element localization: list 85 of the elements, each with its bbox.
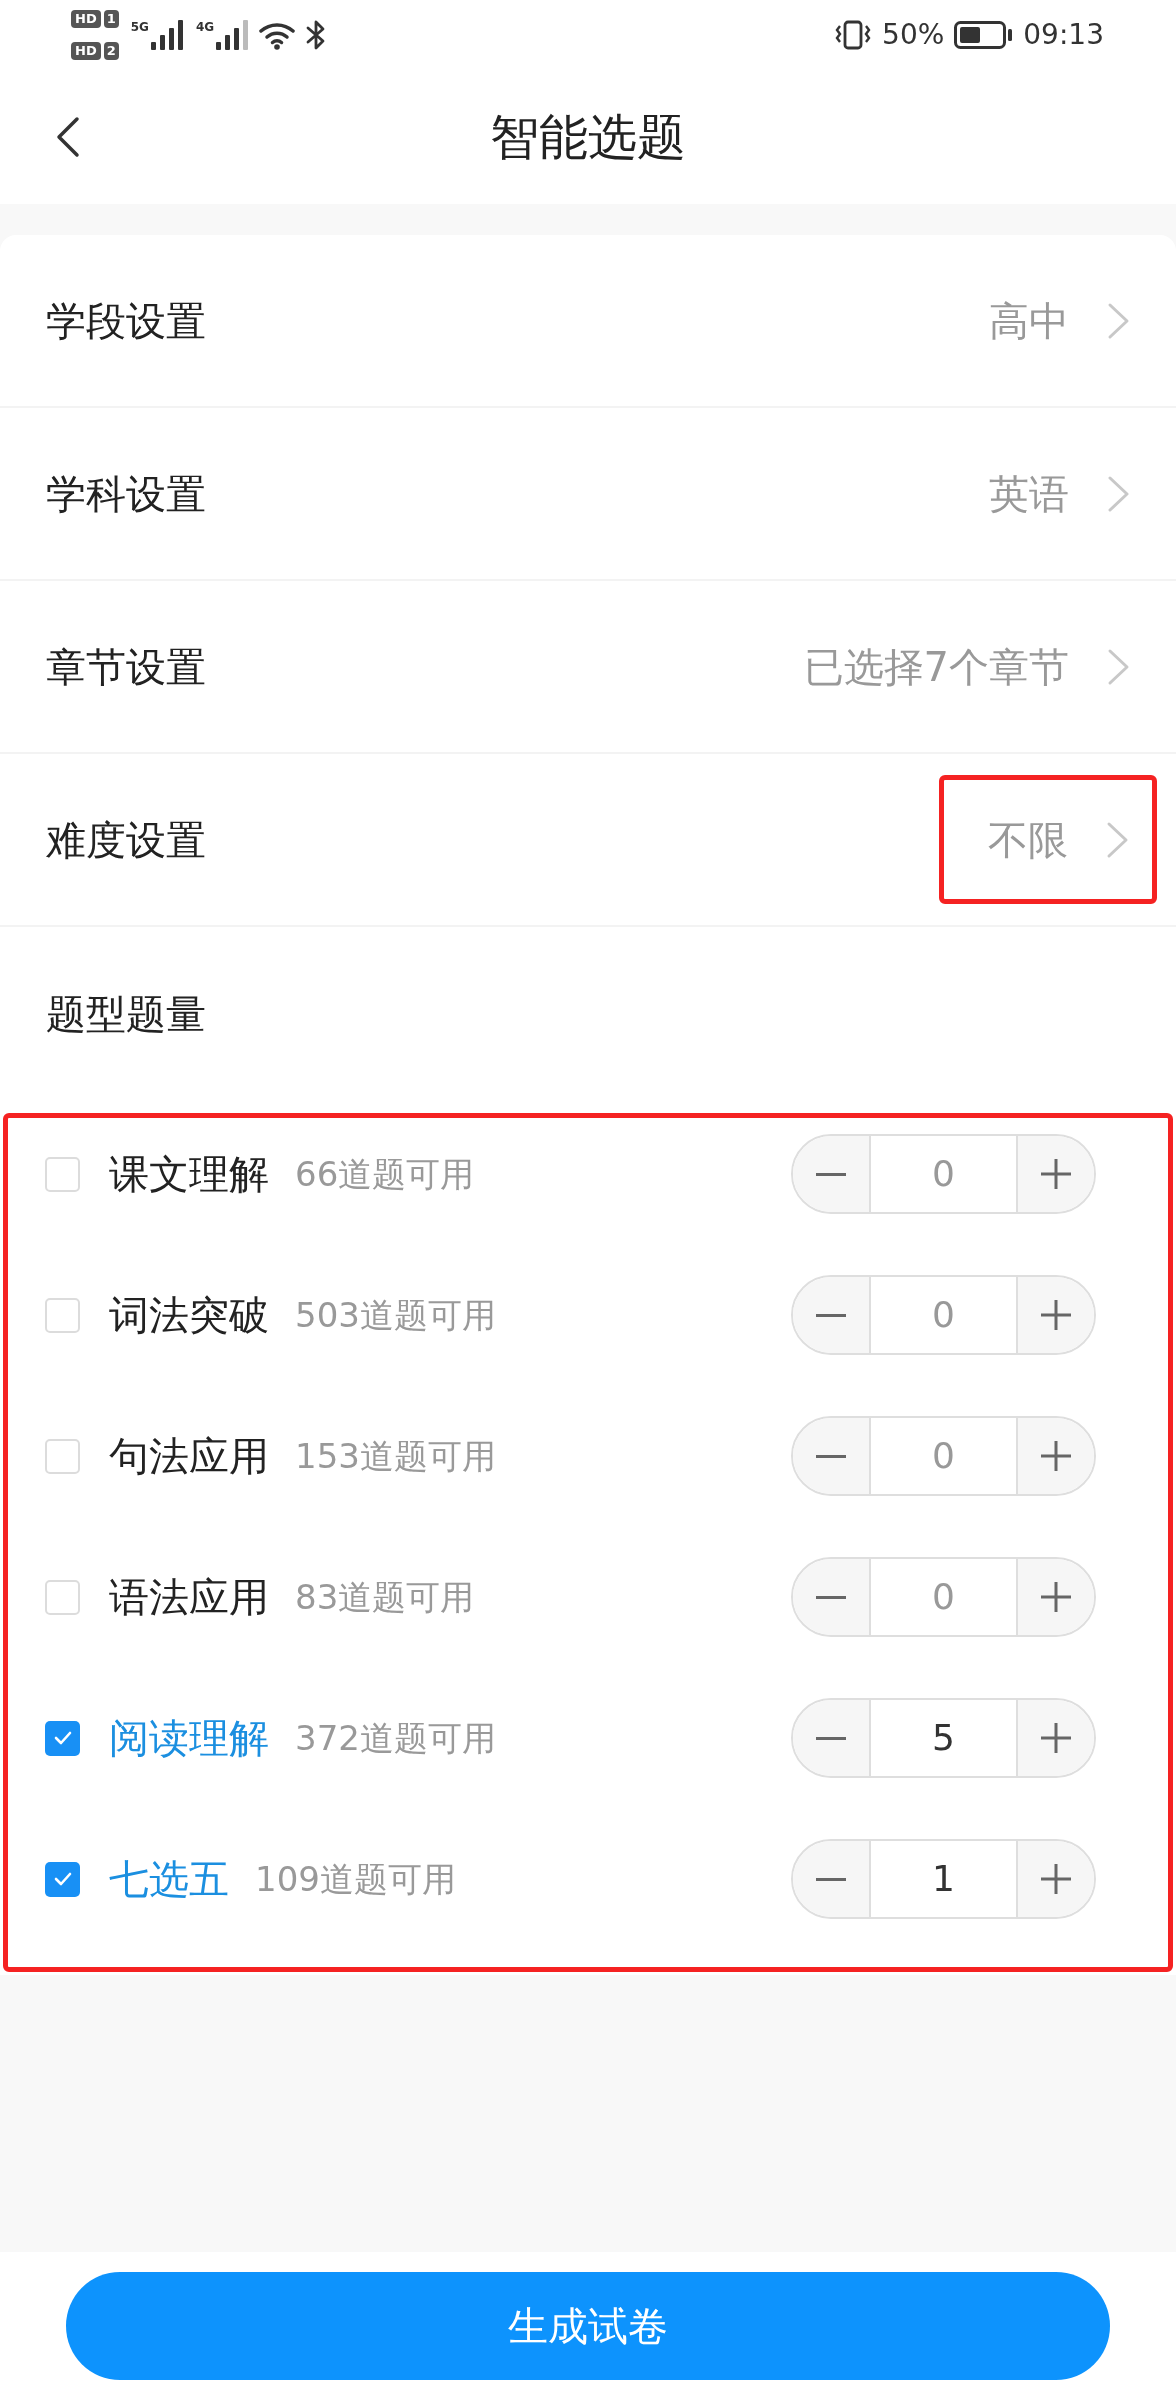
checkbox[interactable] (45, 1579, 80, 1615)
setting-label: 章节设置 (46, 646, 206, 687)
plus-icon (1041, 1723, 1071, 1753)
hd-badge: HD (71, 42, 101, 60)
question-type-label: 阅读理解 (109, 1718, 269, 1758)
available-count: 83道题可用 (295, 1580, 475, 1614)
sim-slot-badge: 2 (103, 42, 119, 60)
decrease-button[interactable] (793, 1277, 871, 1353)
clock-time: 09:13 (1023, 21, 1104, 49)
network-type-label: 5G (130, 20, 149, 34)
setting-label: 学段设置 (46, 300, 206, 341)
plus-icon (1041, 1582, 1071, 1612)
quantity-value: 0 (932, 1297, 955, 1333)
quantity-stepper[interactable]: 0 (791, 1557, 1096, 1637)
plus-icon (1041, 1300, 1071, 1330)
chevron-right-icon (1107, 301, 1131, 340)
setting-label: 学科设置 (46, 473, 206, 514)
quantity-stepper[interactable]: 0 (791, 1275, 1096, 1355)
checkbox[interactable] (45, 1297, 80, 1333)
minus-icon (816, 1595, 846, 1599)
chevron-right-icon (1107, 474, 1131, 513)
signal-icon (216, 20, 250, 50)
plus-icon (1041, 1441, 1071, 1471)
page-title: 智能选题 (490, 112, 686, 162)
increase-button[interactable] (1016, 1841, 1094, 1917)
increase-button[interactable] (1016, 1700, 1094, 1776)
increase-button[interactable] (1016, 1277, 1094, 1353)
quantity-value: 0 (932, 1438, 955, 1474)
available-count: 153道题可用 (295, 1439, 496, 1473)
quantity-value: 1 (932, 1861, 955, 1897)
vibrate-icon (834, 20, 873, 50)
wifi-icon (259, 20, 296, 50)
check-icon (53, 1731, 72, 1745)
section-title: 题型题量 (46, 993, 206, 1034)
decrease-button[interactable] (793, 1841, 871, 1917)
setting-label: 难度设置 (46, 819, 206, 860)
available-count: 109道题可用 (255, 1862, 456, 1896)
minus-icon (816, 1736, 846, 1740)
minus-icon (816, 1313, 846, 1317)
setting-value[interactable]: 高中 (989, 300, 1069, 341)
check-icon (53, 1872, 72, 1886)
question-type-label: 词法突破 (109, 1295, 269, 1335)
battery-percent: 50% (882, 21, 945, 49)
sim-slot-badge: 1 (103, 10, 119, 28)
increase-button[interactable] (1016, 1559, 1094, 1635)
checkbox[interactable] (45, 1861, 80, 1897)
minus-icon (816, 1877, 846, 1881)
minus-icon (816, 1172, 846, 1176)
available-count: 503道题可用 (295, 1298, 496, 1332)
quantity-value: 5 (932, 1720, 955, 1756)
battery-icon (954, 21, 1014, 49)
question-type-label: 课文理解 (109, 1154, 269, 1194)
question-type-label: 七选五 (109, 1859, 229, 1899)
question-type-label: 句法应用 (109, 1436, 269, 1476)
back-icon (55, 116, 81, 158)
hd-badge: HD (71, 10, 101, 28)
generate-paper-button[interactable]: 生成试卷 (66, 2272, 1110, 2380)
available-count: 66道题可用 (295, 1157, 475, 1191)
signal-icon (150, 20, 184, 50)
question-type-label: 语法应用 (109, 1577, 269, 1617)
network-type-label: 4G (195, 20, 215, 34)
setting-value[interactable]: 已选择7个章节 (803, 646, 1069, 687)
minus-icon (816, 1454, 846, 1458)
plus-icon (1041, 1159, 1071, 1189)
decrease-button[interactable] (793, 1559, 871, 1635)
quantity-value: 0 (932, 1579, 955, 1615)
decrease-button[interactable] (793, 1136, 871, 1212)
checkbox[interactable] (45, 1720, 80, 1756)
quantity-value: 0 (932, 1156, 955, 1192)
setting-value[interactable]: 不限 (988, 819, 1068, 860)
quantity-stepper[interactable]: 0 (791, 1134, 1096, 1214)
quantity-stepper[interactable]: 1 (791, 1839, 1096, 1919)
checkbox[interactable] (45, 1156, 80, 1192)
chevron-right-icon (1107, 647, 1131, 686)
available-count: 372道题可用 (295, 1721, 496, 1755)
decrease-button[interactable] (793, 1418, 871, 1494)
chevron-right-icon (1106, 820, 1130, 859)
decrease-button[interactable] (793, 1700, 871, 1776)
quantity-stepper[interactable]: 0 (791, 1416, 1096, 1496)
setting-value[interactable]: 英语 (989, 473, 1069, 514)
increase-button[interactable] (1016, 1136, 1094, 1212)
plus-icon (1041, 1864, 1071, 1894)
quantity-stepper[interactable]: 5 (791, 1698, 1096, 1778)
checkbox[interactable] (45, 1438, 80, 1474)
increase-button[interactable] (1016, 1418, 1094, 1494)
